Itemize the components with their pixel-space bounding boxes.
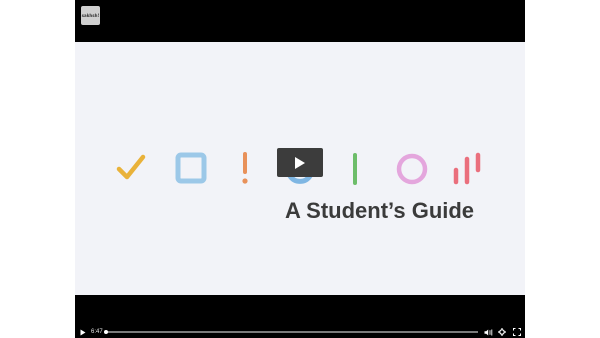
settings-button[interactable]	[497, 326, 507, 338]
bar-icon	[353, 153, 357, 185]
brand-logo-text: sakhsh!	[81, 13, 100, 18]
video-player[interactable]: sakhsh! A Student’s Guide 6:47	[75, 0, 525, 338]
progress-bar[interactable]	[104, 330, 478, 334]
bars-chart-icon	[453, 152, 481, 185]
exclamation-icon	[242, 152, 248, 184]
fullscreen-icon	[513, 328, 521, 336]
video-controls: 6:47	[75, 326, 525, 338]
volume-button[interactable]	[483, 326, 493, 338]
current-time: 6:47	[91, 329, 103, 335]
volume-icon	[484, 329, 492, 335]
brand-logo: sakhsh!	[81, 6, 100, 25]
gear-icon	[498, 328, 506, 336]
fullscreen-button[interactable]	[512, 326, 522, 338]
video-title: A Student’s Guide	[285, 198, 475, 223]
progress-handle[interactable]	[104, 330, 108, 334]
play-button[interactable]	[277, 148, 323, 177]
check-icon	[116, 154, 146, 180]
circle-icon	[396, 153, 428, 185]
video-frame[interactable]: A Student’s Guide	[75, 42, 525, 295]
play-icon	[80, 329, 86, 335]
control-play-button[interactable]	[78, 326, 88, 338]
square-icon	[175, 152, 207, 184]
play-icon	[295, 156, 305, 169]
